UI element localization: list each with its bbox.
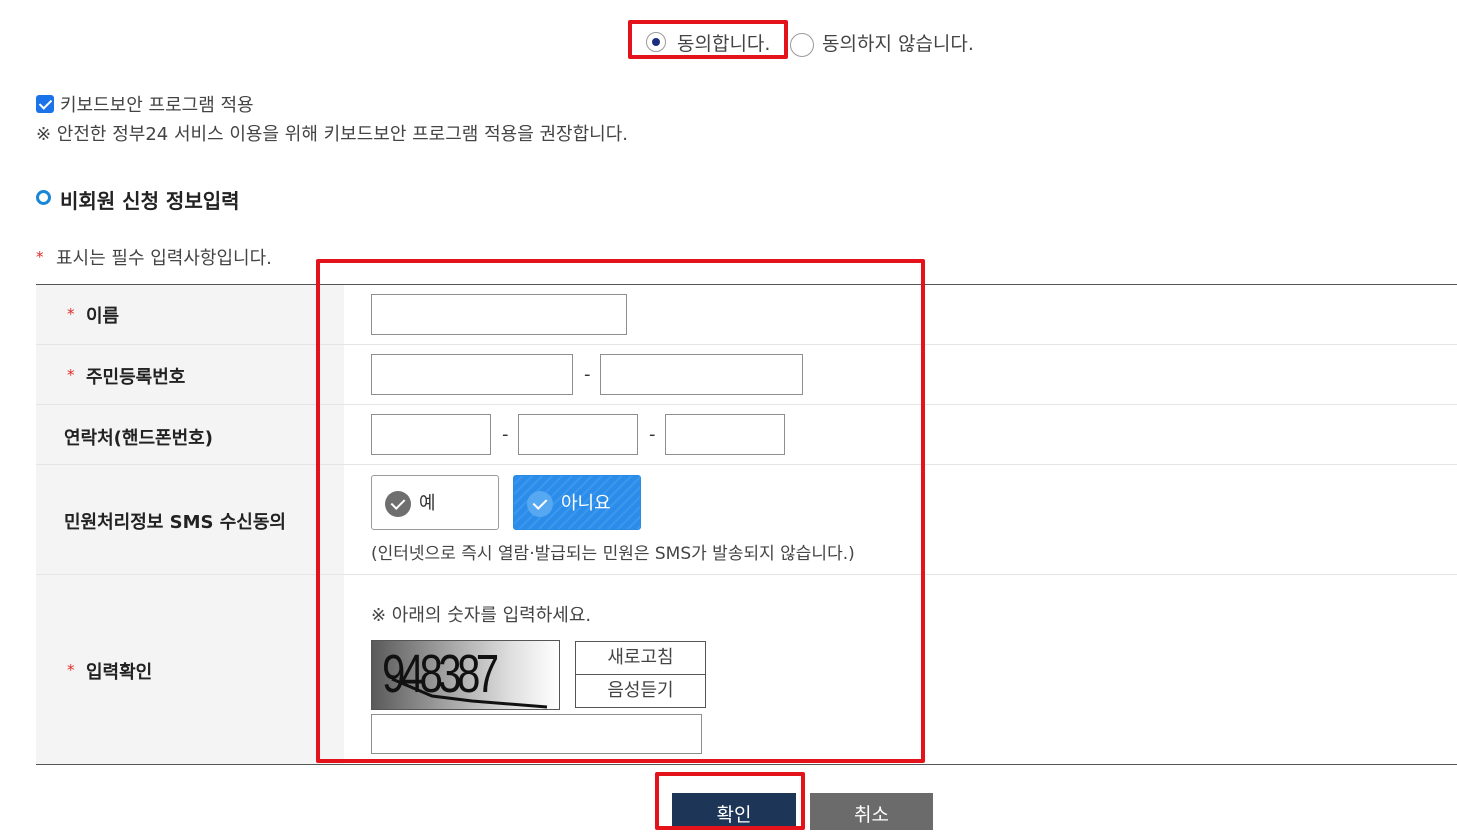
- disagree-label[interactable]: 동의하지 않습니다.: [822, 29, 974, 56]
- required-mark-icon: *: [67, 305, 75, 323]
- required-mark-icon: *: [67, 661, 75, 679]
- required-notice: 표시는 필수 입력사항입니다.: [56, 248, 272, 269]
- phone-label: 연락처(핸드폰번호): [64, 428, 213, 449]
- section-title: 비회원 신청 정보입력: [60, 189, 240, 213]
- resident-number-label: 주민등록번호: [86, 367, 186, 388]
- sms-consent-label: 민원처리정보 SMS 수신동의: [64, 512, 286, 533]
- table-bottom-border: [36, 764, 1457, 765]
- keyboard-security-label[interactable]: 키보드보안 프로그램 적용: [60, 91, 254, 117]
- confirm-highlight-box: [655, 772, 805, 830]
- name-label: 이름: [86, 306, 120, 327]
- agree-highlight-box: [628, 20, 788, 59]
- required-mark-icon: *: [36, 248, 44, 266]
- keyboard-security-checkbox[interactable]: [36, 95, 54, 113]
- disagree-radio[interactable]: [790, 33, 814, 57]
- required-mark-icon: *: [67, 366, 75, 384]
- captcha-label: 입력확인: [86, 662, 153, 683]
- section-bullet-icon: [36, 190, 51, 205]
- form-highlight-box: [316, 259, 925, 763]
- keyboard-security-notice: ※ 안전한 정부24 서비스 이용을 위해 키보드보안 프로그램 적용을 권장합…: [36, 124, 628, 145]
- cancel-button[interactable]: 취소: [810, 793, 933, 830]
- cancel-button-label: 취소: [854, 804, 889, 826]
